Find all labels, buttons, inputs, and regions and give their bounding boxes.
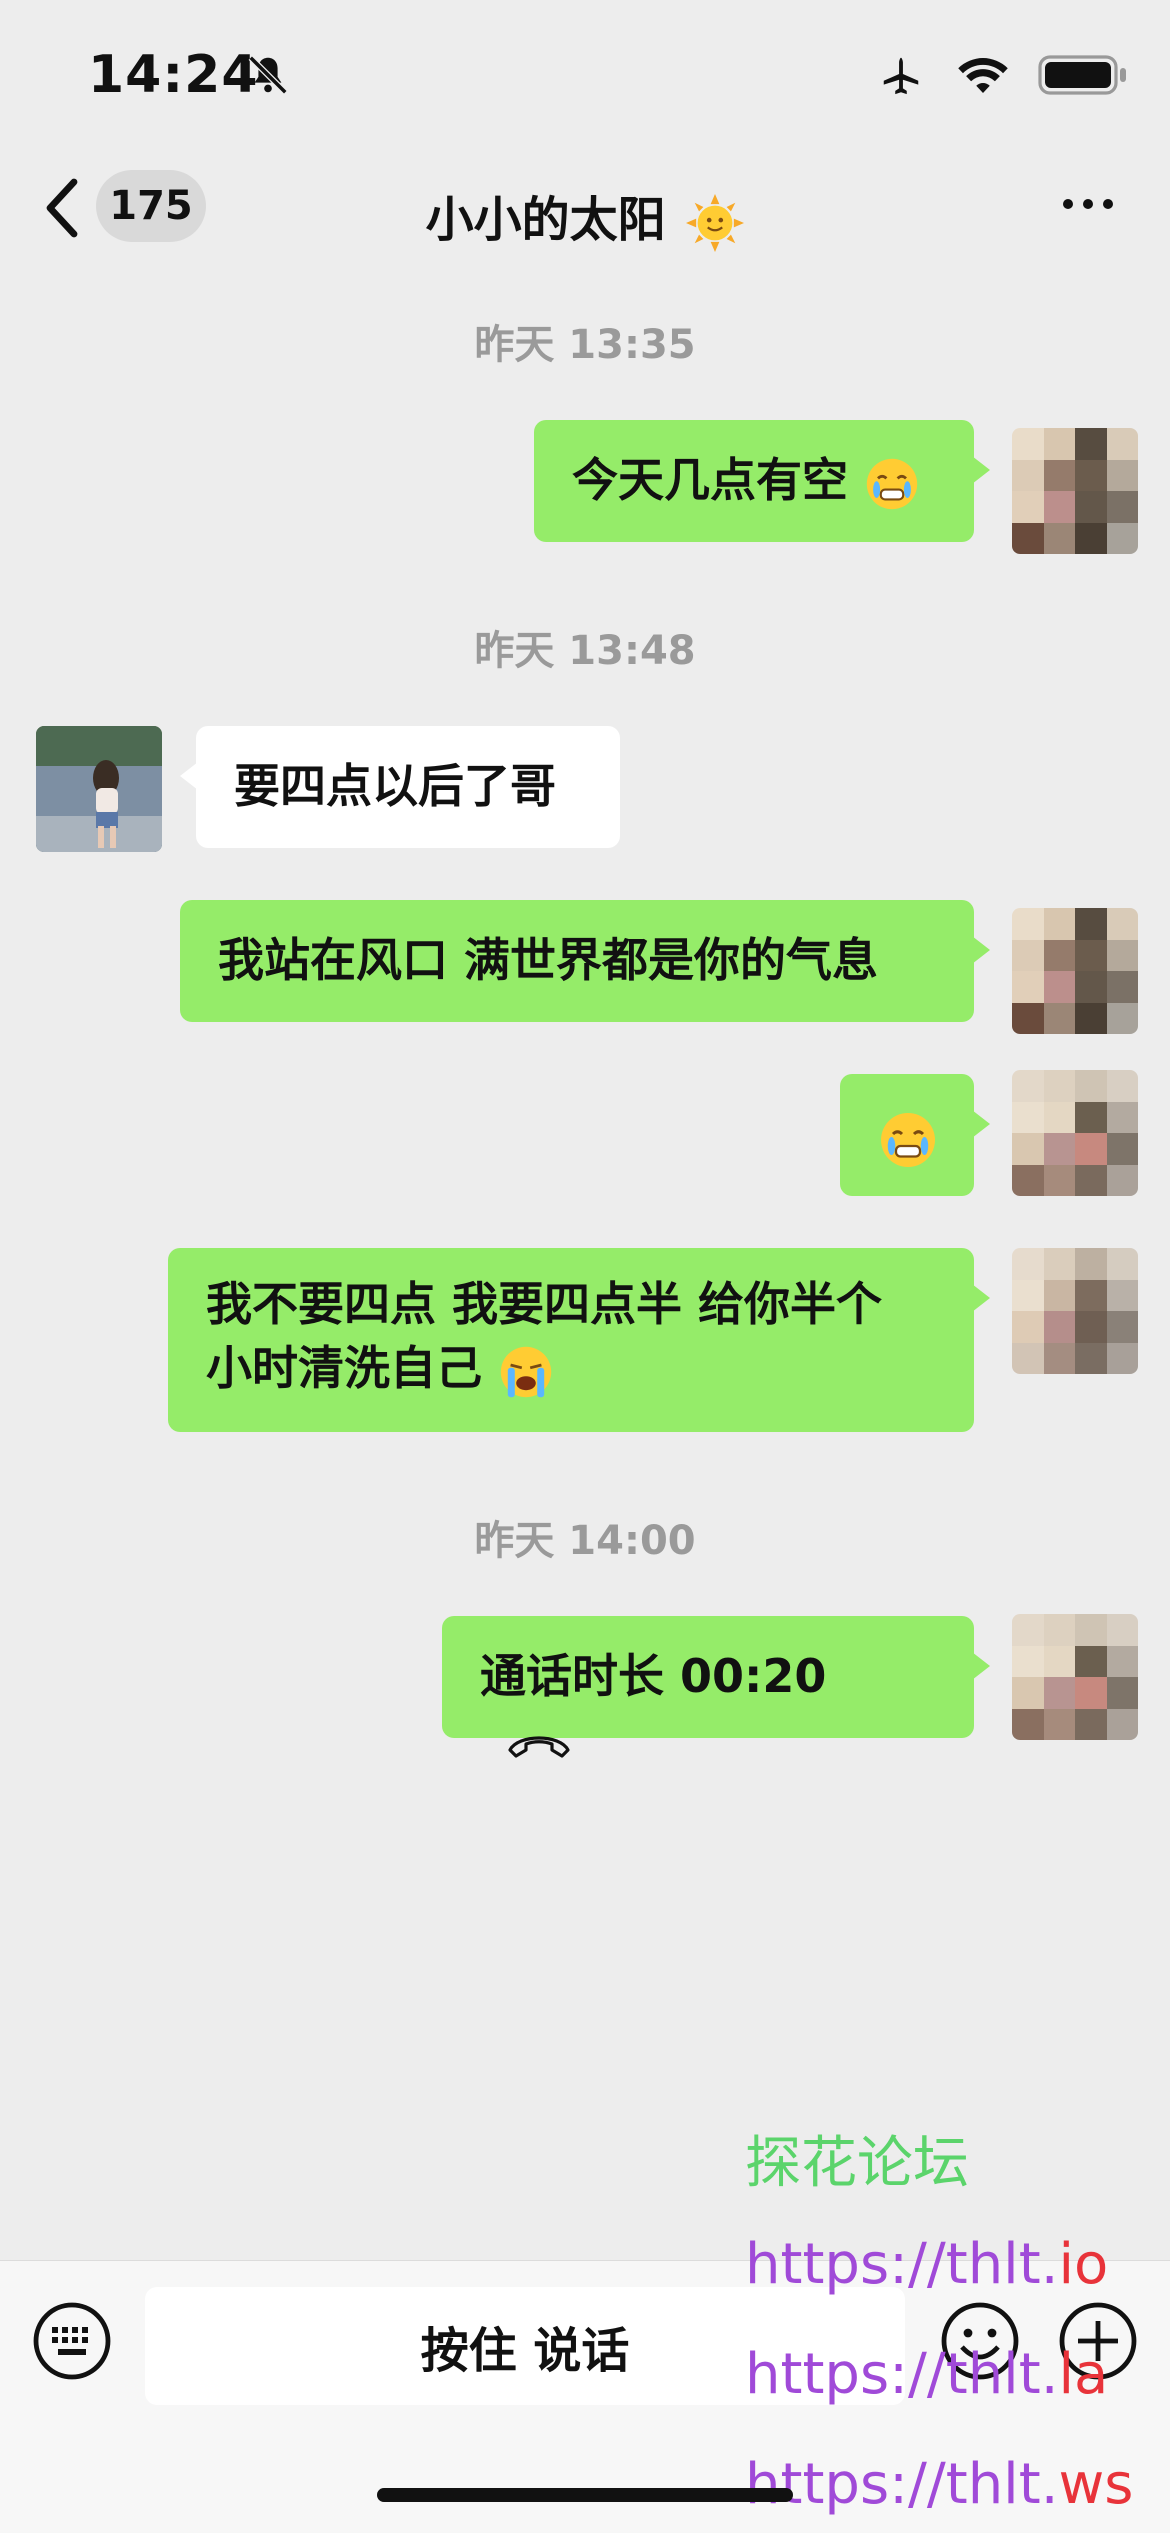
my-avatar[interactable] bbox=[1012, 428, 1138, 554]
home-indicator bbox=[377, 2488, 793, 2502]
watermark-link-prefix: https://thlt. bbox=[745, 2452, 1059, 2517]
my-avatar-pixelated bbox=[1012, 428, 1138, 554]
my-avatar-pixelated bbox=[1012, 1614, 1138, 1740]
watermark-link[interactable]: https://thlt.la bbox=[745, 2342, 1108, 2407]
call-duration-text: 通话时长 00:20 bbox=[480, 1649, 827, 1703]
status-icons bbox=[874, 52, 1130, 98]
my-avatar[interactable] bbox=[1012, 908, 1138, 1034]
loudly-crying-face-icon bbox=[500, 1346, 552, 1397]
battery-icon bbox=[1038, 55, 1126, 95]
message-timestamp: 昨天 14:00 bbox=[474, 1518, 696, 1564]
chat-title-text: 小小的太阳 bbox=[425, 192, 666, 248]
my-avatar-pixelated bbox=[1012, 1248, 1138, 1374]
my-avatar-pixelated bbox=[1012, 1070, 1138, 1196]
watermark-link-suffix: la bbox=[1058, 2342, 1109, 2407]
friend-avatar[interactable] bbox=[36, 726, 162, 852]
message-text-line-2-text: 小时清洗自己 bbox=[206, 1341, 482, 1395]
chat-title[interactable]: 小小的太阳 bbox=[0, 180, 1170, 252]
sun-face-icon bbox=[686, 194, 745, 252]
watermark-link-suffix: io bbox=[1058, 2232, 1109, 2297]
message-text: 今天几点有空 bbox=[572, 453, 848, 507]
call-record-bubble[interactable]: 通话时长 00:20 bbox=[442, 1616, 990, 1758]
crying-face-icon bbox=[866, 458, 918, 509]
crying-face-icon bbox=[881, 1112, 935, 1167]
my-message-bubble[interactable]: 我站在风口 满世界都是你的气息 bbox=[180, 900, 990, 1022]
message-text-line-2: 小时清洗自己 bbox=[206, 1336, 936, 1400]
message-text-line-1: 我不要四点 我要四点半 给你半个 bbox=[206, 1277, 883, 1331]
my-message-bubble[interactable]: 今天几点有空 bbox=[534, 420, 990, 542]
my-message-bubble[interactable]: 我不要四点 我要四点半 给你半个 小时清洗自己 bbox=[168, 1248, 990, 1432]
status-time: 14:24 bbox=[88, 45, 259, 105]
message-timestamp: 昨天 13:35 bbox=[474, 322, 696, 368]
message-timestamp: 昨天 13:48 bbox=[474, 628, 696, 674]
friend-message-bubble[interactable]: 要四点以后了哥 bbox=[180, 726, 620, 848]
message-text: 我站在风口 满世界都是你的气息 bbox=[218, 933, 879, 987]
my-avatar[interactable] bbox=[1012, 1614, 1138, 1740]
my-avatar[interactable] bbox=[1012, 1070, 1138, 1196]
status-bar: 14:24 bbox=[0, 0, 1170, 150]
watermark-title: 探花论坛 bbox=[745, 2131, 969, 2196]
chat-header: 175 小小的太阳 bbox=[0, 150, 1170, 270]
bell-off-icon bbox=[248, 55, 288, 95]
my-avatar-pixelated bbox=[1012, 908, 1138, 1034]
keyboard-icon[interactable] bbox=[32, 2301, 112, 2381]
phone-hangup-icon bbox=[508, 1736, 570, 1758]
my-emoji-bubble[interactable] bbox=[840, 1074, 990, 1196]
watermark-link-prefix: https://thlt. bbox=[745, 2342, 1059, 2407]
watermark-link[interactable]: https://thlt.ws bbox=[745, 2452, 1133, 2517]
more-options-icon[interactable] bbox=[1058, 184, 1118, 224]
watermark-link[interactable]: https://thlt.io bbox=[745, 2232, 1108, 2297]
friend-avatar-photo bbox=[36, 726, 162, 852]
watermark-link-suffix: ws bbox=[1058, 2452, 1134, 2517]
wifi-icon bbox=[958, 58, 1008, 93]
watermark-link-prefix: https://thlt. bbox=[745, 2232, 1059, 2297]
message-text: 要四点以后了哥 bbox=[234, 759, 556, 813]
airplane-icon bbox=[883, 57, 919, 95]
my-avatar[interactable] bbox=[1012, 1248, 1138, 1374]
